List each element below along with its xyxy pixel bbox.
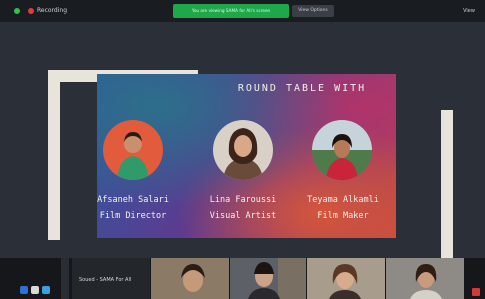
app-icon[interactable] — [42, 286, 50, 294]
speaker-role: Film Director — [99, 211, 167, 221]
connection-indicator-icon[interactable] — [14, 8, 20, 14]
recording-icon — [28, 8, 34, 14]
speaker-photo — [312, 120, 372, 180]
gallery-scroll-strip[interactable] — [61, 258, 69, 299]
speaker-role: Film Maker — [317, 211, 369, 221]
self-video-tile[interactable]: Soued - SAMA For All — [72, 258, 150, 299]
speaker-role: Visual Artist — [209, 211, 277, 221]
leave-meeting-button[interactable] — [472, 288, 480, 296]
speaker-name: Teyama Alkamli — [307, 195, 379, 205]
participant-tile[interactable] — [151, 258, 229, 299]
speaker-photo — [103, 120, 163, 180]
speaker-name: Lina Faroussi — [209, 195, 277, 205]
recording-label: Recording — [37, 7, 68, 14]
speaker-name: Afsaneh Salari — [97, 195, 169, 205]
participant-tile[interactable] — [307, 258, 385, 299]
meeting-top-bar: Recording You are viewing SAMA for All's… — [0, 0, 485, 22]
speaker-photo — [213, 120, 273, 180]
screen-share-banner: You are viewing SAMA for All's screen — [173, 4, 289, 18]
app-icon[interactable] — [31, 286, 39, 294]
view-options-button[interactable]: View Options — [292, 5, 334, 17]
participant-tile[interactable] — [386, 258, 464, 299]
participant-name: Soued - SAMA For All — [79, 277, 132, 283]
frame-decoration — [441, 110, 453, 280]
presentation-slide: ROUND TABLE WITH Afsaneh Salari Film Dir… — [97, 74, 396, 238]
participant-gallery: Soued - SAMA For All — [0, 258, 485, 299]
app-icon[interactable] — [20, 286, 28, 294]
view-button[interactable]: View — [456, 6, 482, 16]
participant-tile[interactable] — [230, 258, 306, 299]
slide-title: ROUND TABLE WITH — [237, 83, 367, 94]
frame-decoration — [48, 70, 60, 240]
